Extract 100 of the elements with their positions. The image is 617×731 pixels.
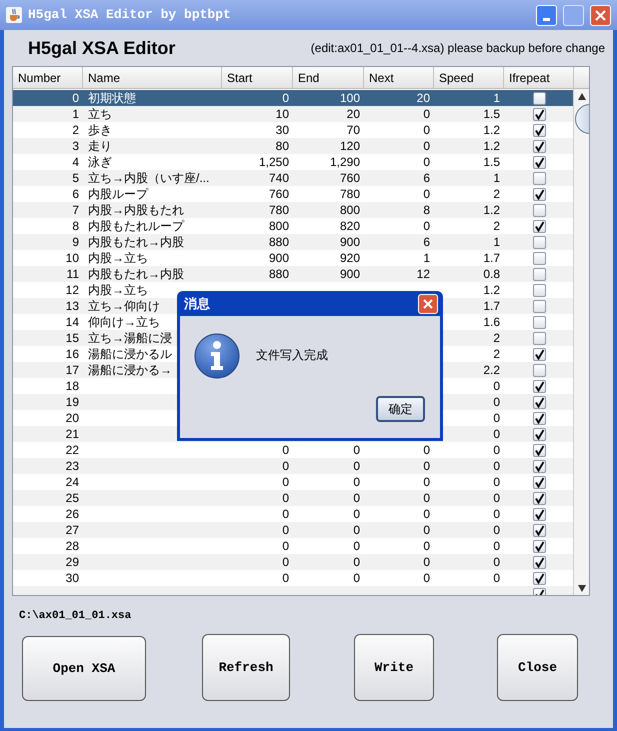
table-cell: 3 — [72, 140, 79, 152]
table-cell: 0 — [493, 396, 500, 408]
window-title: H5gal XSA Editor by bptbpt — [28, 6, 232, 24]
table-cell: 780 — [268, 204, 289, 216]
table-cell: 0 — [493, 556, 500, 568]
table-cell: 0 — [353, 556, 360, 568]
table-cell: 920 — [340, 252, 360, 264]
backup-notice: (edit:ax01_01_01--4.xsa) please backup before change — [310, 40, 605, 57]
table-cell: 21 — [66, 428, 79, 440]
table-cell: 1,290 — [330, 156, 360, 168]
table-cell: 20 — [416, 92, 430, 104]
table-cell: 0 — [423, 460, 430, 472]
table-cell: 15 — [66, 332, 79, 344]
table-cell: 1.6 — [483, 316, 500, 328]
table-cell: 780 — [340, 188, 360, 200]
state-name: 湯船に浸かる→ — [88, 364, 172, 376]
table-cell: 2 — [493, 220, 500, 232]
state-name: 内股→立ち — [88, 252, 148, 264]
state-name: 歩き — [88, 124, 112, 136]
table-cell: 0 — [423, 492, 430, 504]
table-cell: 1 — [493, 172, 500, 184]
table-cell: 0 — [423, 524, 430, 536]
file-path: C:\ax01_01_01.xsa — [19, 608, 132, 624]
table-cell: 1.2 — [483, 124, 500, 136]
table-cell: 0 — [493, 476, 500, 488]
table-cell: 100 — [340, 92, 360, 104]
table-cell: 30 — [66, 572, 79, 584]
table-cell: 6 — [72, 188, 79, 200]
table-cell: 800 — [268, 220, 289, 232]
table-cell: 0 — [423, 220, 430, 232]
table-cell: 0 — [423, 476, 430, 488]
table-cell: 2.2 — [483, 364, 500, 376]
state-name: 泳ぎ — [88, 156, 112, 168]
table-cell: 2 — [493, 188, 500, 200]
table-cell: 0 — [423, 124, 430, 136]
table-cell: 0 — [353, 540, 360, 552]
table-cell: 0 — [282, 444, 289, 456]
table-cell: 0 — [282, 556, 289, 568]
table-cell: 0 — [493, 380, 500, 392]
table-cell: 8 — [423, 204, 430, 216]
table-cell: 2 — [72, 124, 79, 136]
table-cell: 6 — [423, 236, 430, 248]
state-name: 内股もたれ→内股 — [88, 236, 184, 248]
table-cell: 0 — [353, 508, 360, 520]
table-cell: 1.5 — [483, 108, 500, 120]
table-cell: 0 — [493, 412, 500, 424]
table-cell: 4 — [72, 156, 79, 168]
table-cell: 880 — [268, 236, 289, 248]
app-heading: H5gal XSA Editor — [28, 36, 176, 60]
table-cell: 1 — [493, 236, 500, 248]
table-cell: 0 — [72, 92, 79, 104]
table-cell: 900 — [268, 252, 289, 264]
table-cell: 0 — [423, 188, 430, 200]
table-cell: 0 — [493, 428, 500, 440]
table-cell: 0 — [353, 476, 360, 488]
table-cell: 0 — [423, 444, 430, 456]
table-cell: 0 — [353, 460, 360, 472]
table-cell: 1 — [423, 252, 430, 264]
table-cell: 880 — [268, 268, 289, 280]
table-cell: 1.2 — [483, 204, 500, 216]
table-cell: 9 — [72, 236, 79, 248]
table-cell: 0 — [423, 156, 430, 168]
table-cell: 740 — [268, 172, 289, 184]
table-cell: 120 — [340, 140, 360, 152]
state-name: 立ち→内股（いす座/... — [88, 172, 210, 184]
table-cell: 2 — [493, 332, 500, 344]
table-cell: 760 — [340, 172, 360, 184]
table-cell: 2 — [493, 348, 500, 360]
table-cell: 14 — [66, 316, 79, 328]
table-cell: 0 — [353, 444, 360, 456]
state-name: 湯船に浸かるル — [88, 348, 172, 360]
table-cell: 1.2 — [483, 140, 500, 152]
table-cell: 0 — [423, 108, 430, 120]
table-cell: 0 — [282, 460, 289, 472]
table-cell: 0 — [493, 540, 500, 552]
table-cell: 27 — [66, 524, 79, 536]
table-cell: 24 — [66, 476, 79, 488]
table-cell: 1.7 — [483, 252, 500, 264]
table-cell: 0 — [423, 572, 430, 584]
table-cell: 20 — [66, 412, 79, 424]
table-cell: 18 — [66, 380, 79, 392]
table-cell: 25 — [66, 492, 79, 504]
table-cell: 17 — [66, 364, 79, 376]
table-cell: 1.5 — [483, 156, 500, 168]
table-cell: 7 — [72, 204, 79, 216]
table-cell: 16 — [66, 348, 79, 360]
table-cell: 0 — [353, 572, 360, 584]
table-cell: 6 — [423, 172, 430, 184]
state-name: 内股→内股もたれ — [88, 204, 184, 216]
table-cell: 0 — [423, 508, 430, 520]
state-name: 仰向け→立ち — [88, 316, 160, 328]
table-cell: 22 — [66, 444, 79, 456]
state-name: 内股→立ち — [88, 284, 148, 296]
table-cell: 30 — [276, 124, 289, 136]
table-cell: 0 — [493, 524, 500, 536]
table-cell: 10 — [276, 108, 289, 120]
table-cell: 900 — [340, 268, 360, 280]
state-name: 立ち — [88, 108, 112, 120]
table-cell: 5 — [72, 172, 79, 184]
table-cell: 900 — [340, 236, 360, 248]
